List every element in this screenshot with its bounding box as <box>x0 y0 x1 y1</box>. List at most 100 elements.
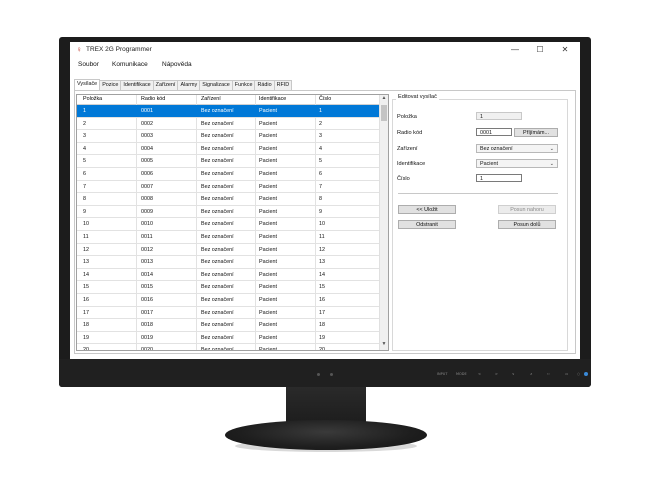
monitor-button[interactable]: ⇦ <box>547 372 550 376</box>
move-down-button[interactable]: Posun dolů <box>498 220 556 229</box>
radio-kod-field[interactable]: 0001 <box>476 128 512 136</box>
column-header-identifikace[interactable]: Identifikace <box>259 96 286 102</box>
cell-polozka: 11 <box>83 233 89 240</box>
cell-zarizeni: Bez označení <box>201 158 234 165</box>
cell-zarizeni: Bez označení <box>201 271 234 278</box>
monitor-button[interactable]: ∨ <box>512 372 515 376</box>
cell-radio-kod: 0018 <box>141 322 153 329</box>
monitor-button[interactable]: < <box>478 372 481 376</box>
cell-identifikace: Pacient <box>259 284 277 291</box>
scrollbar-thumb[interactable] <box>381 105 387 121</box>
cell-identifikace: Pacient <box>259 347 277 351</box>
save-button[interactable]: << Uložit <box>398 205 456 214</box>
cell-polozka: 12 <box>83 246 89 253</box>
table-header: Položka Radio kód Zařízení Identifikace … <box>77 95 379 105</box>
table-row[interactable]: 13 0013 Bez označení Pacient 13 <box>77 256 379 269</box>
table-row[interactable]: 6 0006 Bez označení Pacient 6 <box>77 168 379 181</box>
zarizeni-select[interactable]: Bez označení ⌄ <box>476 144 558 153</box>
monitor-button[interactable]: ○ <box>577 372 580 376</box>
table-row[interactable]: 20 0020 Bez označení Pacient 20 <box>77 344 379 351</box>
column-header-zarizeni[interactable]: Zařízení <box>201 96 221 102</box>
table-row[interactable]: 18 0018 Bez označení Pacient 18 <box>77 319 379 332</box>
cell-cislo: 10 <box>319 221 325 228</box>
minimize-button[interactable]: — <box>505 44 525 56</box>
cell-radio-kod: 0008 <box>141 196 153 203</box>
table-row[interactable]: 19 0019 Bez označení Pacient 19 <box>77 332 379 345</box>
table-scrollbar[interactable]: ▲ ▼ <box>379 95 388 350</box>
table-row[interactable]: 15 0015 Bez označení Pacient 15 <box>77 281 379 294</box>
title-bar: ♀ TREX 2G Programmer — ☐ ✕ <box>70 42 580 58</box>
cell-cislo: 15 <box>319 284 325 291</box>
menu-soubor[interactable]: Soubor <box>78 61 99 68</box>
close-button[interactable]: ✕ <box>555 44 575 56</box>
scroll-down-icon[interactable]: ▼ <box>380 341 388 347</box>
cell-cislo: 14 <box>319 271 325 278</box>
table-row[interactable]: 17 0017 Bez označení Pacient 17 <box>77 307 379 320</box>
cell-cislo: 17 <box>319 309 325 316</box>
cell-polozka: 5 <box>83 158 86 165</box>
menu-napoveda[interactable]: Nápověda <box>162 61 192 68</box>
cell-radio-kod: 0004 <box>141 145 153 152</box>
table-row[interactable]: 4 0004 Bez označení Pacient 4 <box>77 143 379 156</box>
cell-cislo: 3 <box>319 133 322 140</box>
table-row[interactable]: 14 0014 Bez označení Pacient 14 <box>77 269 379 282</box>
cell-cislo: 20 <box>319 347 325 351</box>
table-row[interactable]: 1 0001 Bez označení Pacient 1 <box>77 105 379 118</box>
zarizeni-label: Zařízení <box>397 146 418 152</box>
cell-identifikace: Pacient <box>259 259 277 266</box>
monitor-button[interactable]: ▭ <box>565 372 568 376</box>
cell-zarizeni: Bez označení <box>201 233 234 240</box>
monitor-button[interactable]: MODE <box>456 372 467 376</box>
table-row[interactable]: 12 0012 Bez označení Pacient 12 <box>77 244 379 257</box>
cell-polozka: 4 <box>83 145 86 152</box>
power-led-icon <box>584 372 588 376</box>
cell-identifikace: Pacient <box>259 208 277 215</box>
table-row[interactable]: 2 0002 Bez označení Pacient 2 <box>77 118 379 131</box>
cell-radio-kod: 0001 <box>141 108 153 114</box>
table-row[interactable]: 9 0009 Bez označení Pacient 9 <box>77 206 379 219</box>
cell-cislo: 5 <box>319 158 322 165</box>
cell-radio-kod: 0009 <box>141 208 153 215</box>
receive-button[interactable]: Příjímám... <box>514 128 558 137</box>
monitor-button[interactable]: INPUT <box>437 372 447 376</box>
column-header-cislo[interactable]: Číslo <box>319 96 331 102</box>
table-row[interactable]: 10 0010 Bez označení Pacient 10 <box>77 218 379 231</box>
monitor-button[interactable]: ∧ <box>530 372 533 376</box>
column-header-polozka[interactable]: Položka <box>83 96 102 102</box>
cell-polozka: 1 <box>83 108 86 114</box>
editor-separator <box>398 193 558 194</box>
table-row[interactable]: 11 0011 Bez označení Pacient 11 <box>77 231 379 244</box>
table-row[interactable]: 5 0005 Bez označení Pacient 5 <box>77 155 379 168</box>
scroll-up-icon[interactable]: ▲ <box>380 95 388 101</box>
identifikace-select[interactable]: Pacient ⌄ <box>476 159 558 168</box>
monitor-sensor-dot <box>330 373 333 376</box>
cell-radio-kod: 0015 <box>141 284 153 291</box>
menu-komunikace[interactable]: Komunikace <box>112 61 148 68</box>
cell-cislo: 8 <box>319 196 322 203</box>
table-row[interactable]: 7 0007 Bez označení Pacient 7 <box>77 181 379 194</box>
table-row[interactable]: 8 0008 Bez označení Pacient 8 <box>77 193 379 206</box>
cell-zarizeni: Bez označení <box>201 145 234 152</box>
cell-identifikace: Pacient <box>259 158 277 165</box>
cell-identifikace: Pacient <box>259 309 277 316</box>
column-header-radio-kod[interactable]: Radio kód <box>141 96 165 102</box>
table-row[interactable]: 16 0016 Bez označení Pacient 16 <box>77 294 379 307</box>
app-icon: ♀ <box>76 45 82 54</box>
cell-identifikace: Pacient <box>259 133 277 140</box>
cell-polozka: 2 <box>83 120 86 127</box>
polozka-label: Položka <box>397 114 417 120</box>
cell-cislo: 12 <box>319 246 325 253</box>
polozka-field[interactable]: 1 <box>476 112 522 120</box>
cell-polozka: 14 <box>83 271 89 278</box>
cell-identifikace: Pacient <box>259 322 277 329</box>
move-up-button[interactable]: Posun nahoru <box>498 205 556 214</box>
delete-button[interactable]: Odstranit <box>398 220 456 229</box>
monitor-button[interactable]: > <box>495 372 498 376</box>
cell-zarizeni: Bez označení <box>201 284 234 291</box>
cislo-field[interactable]: 1 <box>476 174 522 182</box>
cell-identifikace: Pacient <box>259 108 277 114</box>
table-row[interactable]: 3 0003 Bez označení Pacient 3 <box>77 130 379 143</box>
cell-zarizeni: Bez označení <box>201 120 234 127</box>
maximize-button[interactable]: ☐ <box>530 44 550 56</box>
cell-zarizeni: Bez označení <box>201 133 234 140</box>
